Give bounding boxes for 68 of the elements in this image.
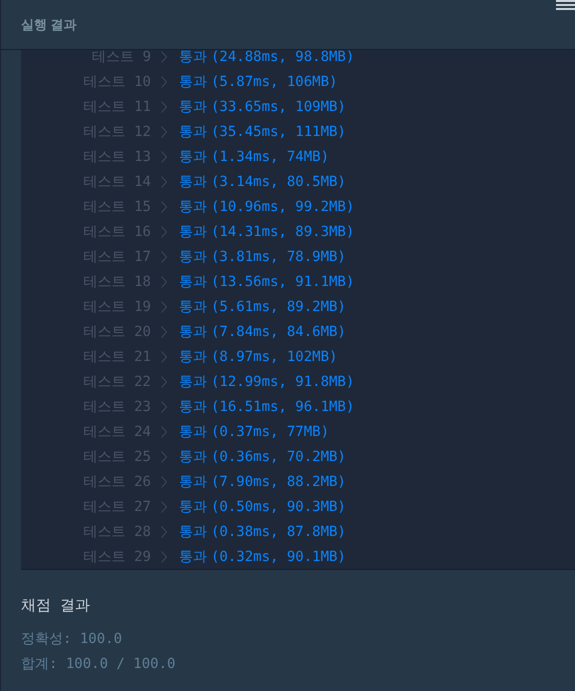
test-result: 통과 [179, 300, 207, 314]
test-result: 통과 [179, 350, 207, 364]
chevron-icon [161, 350, 167, 362]
test-detail: (0.50ms, 90.3MB) [211, 500, 346, 514]
test-detail: (0.32ms, 90.1MB) [211, 550, 346, 564]
chevron-icon [161, 550, 167, 562]
test-result: 통과 [179, 74, 207, 88]
chevron-icon [161, 50, 167, 62]
chevron-icon [161, 276, 167, 288]
chevron-icon [161, 100, 167, 112]
menu-icon[interactable] [556, 0, 575, 10]
chevron-icon [161, 500, 167, 512]
chevron-icon [161, 400, 167, 412]
chevron-icon [161, 526, 167, 538]
chevron-icon [161, 76, 167, 88]
test-detail: (7.84ms, 84.6MB) [211, 324, 346, 338]
chevron-icon [161, 200, 167, 212]
grading-title: 채점 결과 [21, 595, 92, 616]
test-detail: (7.90ms, 88.2MB) [211, 474, 346, 488]
test-result: 통과 [179, 374, 207, 388]
test-detail: (16.51ms, 96.1MB) [211, 400, 354, 414]
test-detail: (12.99ms, 91.8MB) [211, 374, 354, 388]
chevron-icon [161, 226, 167, 238]
chevron-icon [161, 150, 167, 162]
chevron-icon [161, 126, 167, 138]
test-detail: (8.97ms, 102MB) [211, 350, 338, 364]
test-result: 통과 [179, 550, 207, 564]
test-detail: (14.31ms, 89.3MB) [211, 224, 354, 238]
chevron-icon [161, 376, 167, 388]
test-detail: (0.38ms, 87.8MB) [211, 524, 346, 538]
test-result: 통과 [179, 124, 207, 138]
test-result: 통과 [179, 324, 207, 338]
test-detail: (13.56ms, 91.1MB) [211, 274, 354, 288]
test-result: 통과 [179, 474, 207, 488]
test-detail: (0.37ms, 77MB) [211, 424, 330, 438]
test-result: 통과 [179, 274, 207, 288]
test-result: 통과 [179, 200, 207, 214]
test-detail: (5.61ms, 89.2MB) [211, 300, 346, 314]
chevron-icon [161, 300, 167, 312]
test-result: 통과 [179, 450, 207, 464]
test-result: 통과 [179, 150, 207, 164]
test-detail: (10.96ms, 99.2MB) [211, 200, 354, 214]
test-detail: (35.45ms, 111MB) [211, 124, 346, 138]
panel-title: 실행 결과 [21, 16, 77, 34]
test-result: 통과 [179, 100, 207, 114]
test-result: 통과 [179, 174, 207, 188]
test-detail: (33.65ms, 109MB) [211, 100, 346, 114]
chevron-icon [161, 450, 167, 462]
test-detail: (24.88ms, 98.8MB) [211, 50, 354, 64]
test-result: 통과 [179, 50, 207, 64]
test-detail: (0.36ms, 70.2MB) [211, 450, 346, 464]
grading-line: 합계: 100.0 / 100.0 [21, 654, 176, 674]
test-result: 통과 [179, 250, 207, 264]
chevron-icon [161, 250, 167, 262]
test-result: 통과 [179, 500, 207, 514]
test-result: 통과 [179, 400, 207, 414]
grading-line: 정확성: 100.0 [21, 630, 124, 648]
chevron-icon [161, 326, 167, 338]
test-detail: (1.34ms, 74MB) [211, 150, 330, 164]
test-detail: (5.87ms, 106MB) [211, 74, 338, 88]
test-result: 통과 [179, 524, 207, 538]
test-result: 통과 [179, 224, 207, 238]
test-detail: (3.81ms, 78.9MB) [211, 250, 346, 264]
chevron-icon [161, 476, 167, 488]
test-result: 통과 [179, 424, 207, 438]
test-detail: (3.14ms, 80.5MB) [211, 174, 346, 188]
chevron-icon [161, 426, 167, 438]
chevron-icon [161, 176, 167, 188]
